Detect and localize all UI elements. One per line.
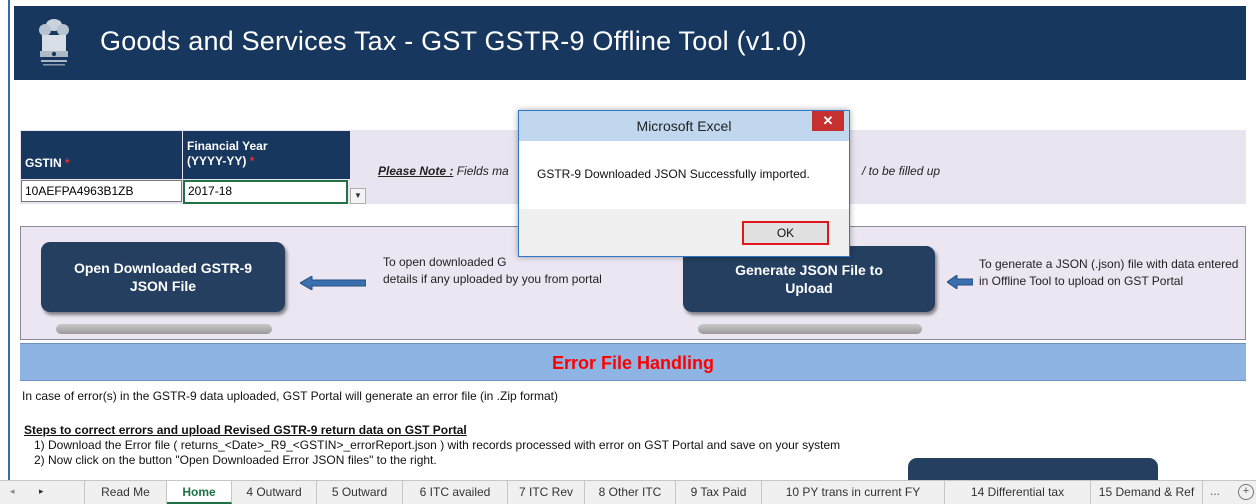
tab-scroll-left-icon[interactable]: ◂ [10, 486, 15, 497]
gstin-label: GSTIN [25, 156, 62, 170]
generate-json-help-text: To generate a JSON (.json) file with dat… [979, 257, 1239, 288]
fy-label-line1: Financial Year [187, 139, 268, 153]
please-note: Please Note : Fields ma [378, 164, 509, 178]
tab-14-differential-tax[interactable]: 14 Differential tax [945, 481, 1091, 504]
required-mark: * [65, 156, 70, 170]
financial-year-cell[interactable]: 2017-18 [183, 180, 348, 204]
fy-label-line2: (YYYY-YY) [187, 154, 247, 168]
tab-5-outward[interactable]: 5 Outward [317, 481, 403, 504]
required-mark: * [249, 154, 255, 168]
left-arrow-icon [300, 276, 366, 290]
error-section-title: Error File Handling [551, 353, 715, 373]
tab-scroll-right-icon[interactable]: ▸ [39, 486, 44, 497]
open-downloaded-json-button[interactable]: Open Downloaded GSTR-9 JSON File [41, 242, 285, 312]
message-dialog: Microsoft Excel ✕ GSTR-9 Downloaded JSON… [518, 110, 850, 257]
button-shadow [56, 324, 272, 334]
error-step-2: 2) Now click on the button "Open Downloa… [34, 453, 437, 467]
title-banner: Goods and Services Tax - GST GSTR-9 Offl… [14, 6, 1246, 80]
close-icon[interactable]: ✕ [812, 111, 844, 131]
error-section-band: Error File Handling [20, 343, 1246, 381]
open-button-line2: JSON File [129, 278, 197, 294]
tab-10-py-trans[interactable]: 10 PY trans in current FY [762, 481, 945, 504]
window-left-border [8, 0, 10, 480]
generate-button-line2: Upload [785, 280, 833, 296]
dropdown-arrow-icon[interactable]: ▼ [350, 188, 366, 204]
open-help-line2: details if any uploaded by you from port… [383, 272, 602, 286]
generate-button-line1: Generate JSON File to [735, 262, 883, 278]
error-steps-heading: Steps to correct errors and upload Revis… [24, 423, 467, 437]
tab-7-itc-rev[interactable]: 7 ITC Rev [508, 481, 585, 504]
dialog-title: Microsoft Excel [519, 111, 849, 141]
national-emblem-icon [34, 16, 74, 72]
note-text: Fields ma [456, 164, 509, 178]
note-tail: / to be filled up [862, 164, 941, 178]
left-arrow-icon [947, 275, 973, 289]
tab-9-tax-paid[interactable]: 9 Tax Paid [676, 481, 762, 504]
open-help-line1: To open downloaded G [383, 255, 507, 269]
tab-15-demand-refund[interactable]: 15 Demand & Ref [1091, 481, 1203, 504]
error-intro-text: In case of error(s) in the GSTR-9 data u… [22, 389, 559, 403]
gstin-cell[interactable]: 10AEFPA4963B1ZB [21, 180, 182, 202]
dialog-message: GSTR-9 Downloaded JSON Successfully impo… [537, 167, 810, 181]
page-title: Goods and Services Tax - GST GSTR-9 Offl… [100, 26, 807, 56]
dialog-footer: OK [519, 209, 849, 256]
tab-4-outward[interactable]: 4 Outward [232, 481, 317, 504]
gstin-header: GSTIN * [21, 131, 182, 179]
ok-button[interactable]: OK [742, 221, 829, 245]
open-button-line1: Open Downloaded GSTR-9 [73, 260, 253, 276]
tab-8-other-itc[interactable]: 8 Other ITC [585, 481, 676, 504]
tab-6-itc-availed[interactable]: 6 ITC availed [403, 481, 508, 504]
open-json-help-text: To open downloaded G details if any uploa… [383, 254, 683, 288]
error-step-1: 1) Download the Error file ( returns_<Da… [34, 438, 841, 452]
tab-read-me[interactable]: Read Me [84, 481, 167, 504]
more-tabs-icon[interactable]: ... [1210, 484, 1220, 498]
add-sheet-icon[interactable]: + [1238, 484, 1254, 500]
sheet-tab-bar: ◂ ▸ Read Me Home 4 Outward 5 Outward 6 I… [0, 480, 1256, 504]
tab-home[interactable]: Home [167, 481, 232, 504]
button-shadow [698, 324, 922, 334]
financial-year-header: Financial Year (YYYY-YY) * [183, 131, 350, 179]
open-error-json-button[interactable] [908, 458, 1158, 480]
note-label: Please Note : [378, 164, 454, 178]
